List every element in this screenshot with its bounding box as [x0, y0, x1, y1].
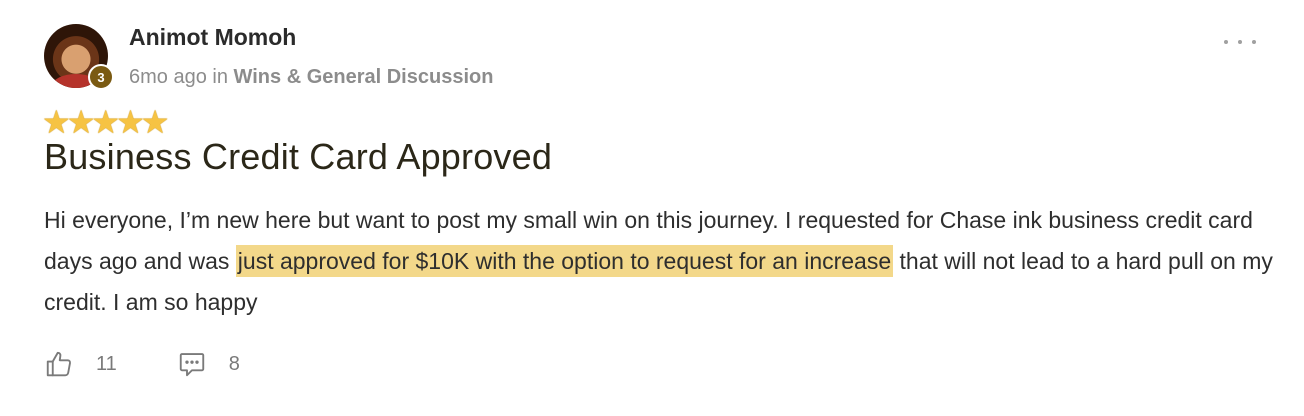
post-title: Business Credit Card Approved — [44, 136, 553, 177]
comment-icon — [179, 353, 204, 377]
thumbs-up-icon — [46, 351, 71, 377]
meta-in-word: in — [212, 66, 228, 88]
rating-stars: ★★★★★ — [42, 104, 169, 140]
comment-button[interactable]: 8 — [177, 349, 240, 379]
post-body-highlight: just approved for $10K with the option t… — [235, 245, 894, 277]
more-dot — [1238, 40, 1242, 44]
category-link[interactable]: Wins & General Discussion — [234, 66, 494, 88]
post-body: Hi everyone, I’m new here but want to po… — [44, 200, 1274, 323]
like-count: 11 — [96, 352, 117, 375]
post-card: 3 Animot Momoh 6mo ago in Wins & General… — [0, 0, 1304, 416]
post-meta: 6mo ago in Wins & General Discussion — [129, 66, 493, 89]
more-dot — [1224, 40, 1228, 44]
more-options-icon[interactable] — [1224, 30, 1256, 54]
author-name[interactable]: Animot Momoh — [129, 24, 296, 51]
level-badge: 3 — [88, 64, 114, 90]
post-time: 6mo ago — [129, 66, 207, 88]
like-button[interactable]: 11 — [44, 349, 117, 379]
post-actions: 11 8 — [44, 348, 240, 380]
more-dot — [1252, 40, 1256, 44]
comment-count: 8 — [228, 352, 240, 375]
